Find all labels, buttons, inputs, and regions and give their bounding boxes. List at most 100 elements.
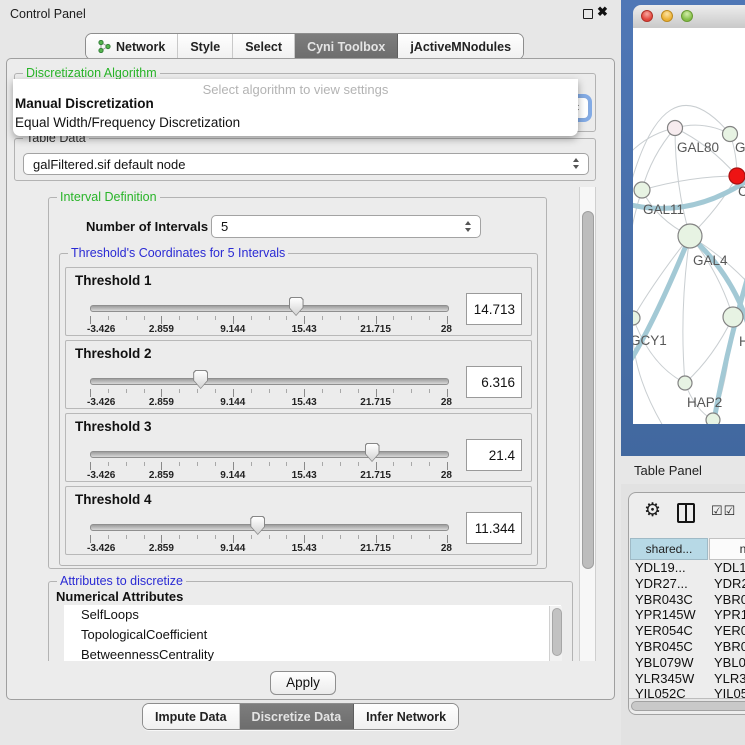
attribute-item-topologicalcoefficient[interactable]: TopologicalCoefficient — [64, 625, 561, 645]
table-row[interactable]: YBL079WYBL079W — [630, 655, 745, 671]
network-window-titlebar[interactable] — [633, 5, 745, 29]
network-node-gal4[interactable] — [678, 224, 702, 248]
table-hscrollbar-thumb[interactable] — [631, 701, 745, 711]
settings-scrollbar-thumb[interactable] — [582, 211, 594, 569]
table-cell[interactable]: YBL079W — [630, 655, 708, 671]
float-panel-icon[interactable] — [583, 9, 593, 19]
slider-thumb-1[interactable] — [289, 297, 304, 316]
slider-tick-minor — [215, 316, 216, 320]
attribute-item-betweennesscentrality[interactable]: BetweennessCentrality — [64, 645, 561, 661]
attribute-item-selfloops[interactable]: SelfLoops — [64, 605, 561, 625]
tab-style[interactable]: Style — [178, 34, 233, 59]
slider-tick-minor — [215, 462, 216, 466]
slider-track[interactable] — [90, 451, 449, 458]
threshold-value-field-4[interactable]: 11.344 — [466, 512, 522, 544]
slider-tick-label: 9.144 — [220, 324, 245, 335]
tab-discretize-data[interactable]: Discretize Data — [240, 704, 355, 729]
network-node-gal80[interactable] — [668, 121, 683, 136]
network-edge[interactable] — [642, 128, 675, 190]
network-node-gal11[interactable] — [634, 182, 650, 198]
table-row[interactable]: YDL19...YDL19... — [630, 560, 745, 576]
slider-tick-minor — [251, 535, 252, 539]
slider-track[interactable] — [90, 378, 449, 385]
network-node-c[interactable] — [729, 168, 745, 184]
algorithm-dropdown-popup: Select algorithm to view settings Manual… — [13, 79, 578, 136]
slider-tick-major — [233, 389, 234, 397]
network-node[interactable] — [706, 413, 720, 424]
combo-arrows-icon — [572, 158, 581, 170]
table-cell[interactable]: YDR27... — [630, 576, 708, 592]
table-cell[interactable]: YDL19... — [630, 560, 708, 576]
tab-cyni-toolbox[interactable]: Cyni Toolbox — [295, 34, 398, 59]
numerical-attributes-list: SelfLoopsTopologicalCoefficientBetweenne… — [64, 605, 561, 661]
tab-impute-data[interactable]: Impute Data — [143, 704, 240, 729]
zoom-window-icon[interactable] — [681, 10, 693, 22]
table-cell[interactable]: YLR345W — [709, 671, 745, 687]
table-row[interactable]: YDR27...YDR27... — [630, 576, 745, 592]
tab-select[interactable]: Select — [233, 34, 295, 59]
dropdown-option-equal-width-frequency[interactable]: Equal Width/Frequency Discretization — [15, 115, 240, 130]
slider-thumb-2[interactable] — [193, 370, 208, 389]
table-data-combobox[interactable]: galFiltered.sif default node — [23, 153, 589, 175]
slider-tick-minor — [358, 462, 359, 466]
table-cell[interactable]: YBR043C — [630, 592, 708, 608]
table-cell[interactable]: YDL19... — [709, 560, 745, 576]
slider-tick-minor — [358, 389, 359, 393]
table-cell[interactable]: YBR045C — [630, 639, 708, 655]
network-edge[interactable] — [633, 318, 685, 383]
table-cell[interactable]: YBL079W — [709, 655, 745, 671]
table-cell[interactable]: YER054C — [630, 623, 708, 639]
close-window-icon[interactable] — [641, 10, 653, 22]
table-cell[interactable]: YLR345W — [630, 671, 708, 687]
number-of-intervals-combobox[interactable]: 5 — [211, 215, 481, 238]
dropdown-option-manual-discretization[interactable]: Manual Discretization — [15, 96, 154, 111]
threshold-value-field-1[interactable]: 14.713 — [466, 293, 522, 325]
table-row[interactable]: YBR045CYBR045C — [630, 639, 745, 655]
table-cell[interactable]: YBR045C — [709, 639, 745, 655]
threshold-value-field-2[interactable]: 6.316 — [466, 366, 522, 398]
slider-thumb-4[interactable] — [250, 516, 265, 535]
settings-scrollbar[interactable] — [579, 187, 596, 661]
table-cell[interactable]: YBR043C — [709, 592, 745, 608]
table-horizontal-scrollbar[interactable] — [629, 698, 745, 710]
slider-tick-label: 15.43 — [292, 543, 317, 554]
tab-jactivemnodules[interactable]: jActiveMNodules — [398, 34, 523, 59]
table-row[interactable]: YER054CYER054C — [630, 623, 745, 639]
column-header-shared-name[interactable]: shared... — [630, 538, 708, 560]
table-cell[interactable]: YDR27... — [709, 576, 745, 592]
columns-icon[interactable] — [677, 503, 695, 523]
network-node-hap2[interactable] — [678, 376, 692, 390]
table-cell[interactable]: YPR145W — [630, 607, 708, 623]
network-edge[interactable] — [683, 236, 690, 383]
slider-thumb-3[interactable] — [365, 443, 380, 462]
slider-tick-minor — [108, 462, 109, 466]
slider-track[interactable] — [90, 305, 449, 312]
network-edge[interactable] — [642, 176, 737, 190]
apply-button[interactable]: Apply — [270, 671, 336, 695]
tab-label: Style — [190, 40, 220, 54]
slider-tick-label: 15.43 — [292, 324, 317, 335]
checkboxes-icon[interactable]: ☑☑ — [711, 503, 736, 519]
control-panel: Control Panel ✖ NetworkStyleSelectCyni T… — [0, 0, 621, 745]
threshold-value-field-3[interactable]: 21.4 — [466, 439, 522, 471]
column-header-name[interactable]: n... — [709, 538, 745, 560]
close-panel-icon[interactable]: ✖ — [597, 4, 608, 20]
network-node-h[interactable] — [723, 307, 743, 327]
network-node-gcy1[interactable] — [633, 311, 640, 325]
network-edge[interactable] — [633, 190, 642, 270]
minimize-window-icon[interactable] — [661, 10, 673, 22]
network-canvas[interactable]: GAL80GACGAL11GAL4GCY1HHAP2 — [633, 28, 745, 424]
table-row[interactable]: YPR145WYPR145W — [630, 607, 745, 623]
gear-icon[interactable]: ⚙ — [644, 499, 661, 522]
table-row[interactable]: YLR345WYLR345W — [630, 671, 745, 687]
table-cell[interactable]: YER054C — [709, 623, 745, 639]
slider-tick-major — [161, 535, 162, 543]
attributes-scrollbar-thumb[interactable] — [552, 608, 562, 656]
tab-infer-network[interactable]: Infer Network — [354, 704, 458, 729]
network-window: GAL80GACGAL11GAL4GCY1HHAP2 — [633, 5, 745, 424]
attributes-list-scrollbar[interactable] — [549, 606, 562, 661]
slider-track[interactable] — [90, 524, 449, 531]
table-cell[interactable]: YPR145W — [709, 607, 745, 623]
table-row[interactable]: YBR043CYBR043C — [630, 592, 745, 608]
tab-network[interactable]: Network — [86, 34, 178, 59]
